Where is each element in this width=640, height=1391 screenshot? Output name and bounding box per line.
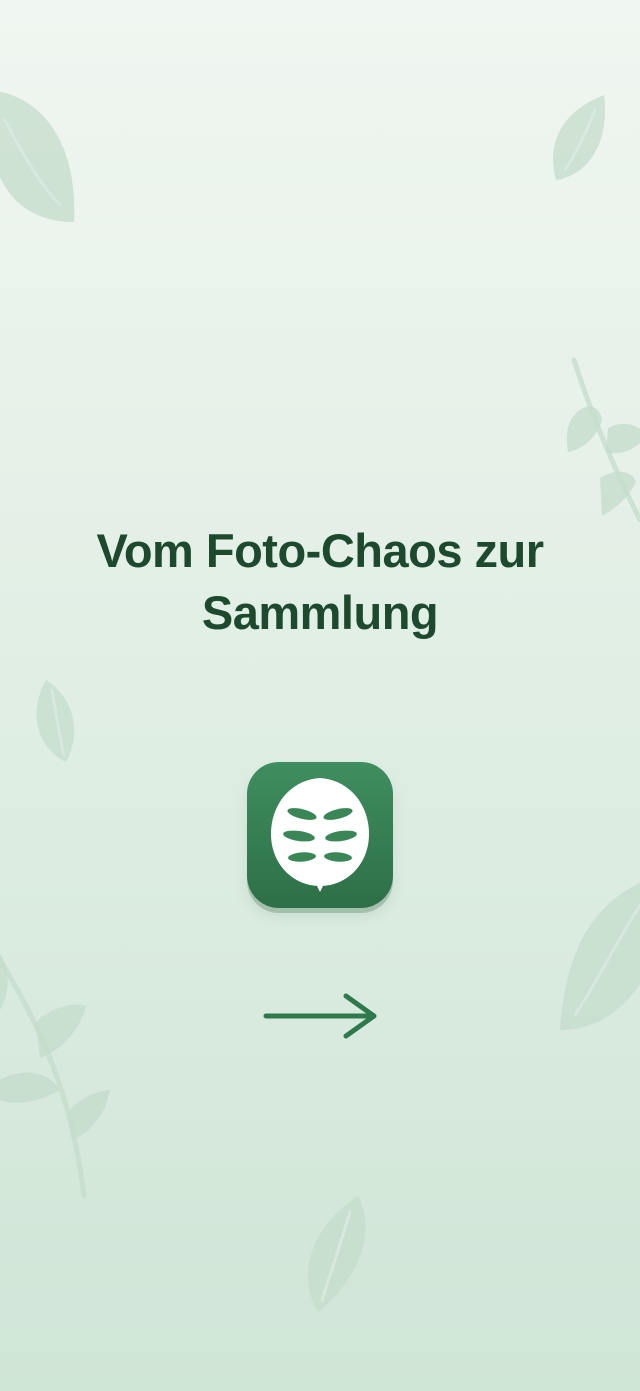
leaf-icon xyxy=(271,778,369,892)
app-logo xyxy=(247,762,393,908)
arrow-right-icon xyxy=(263,993,377,1039)
next-button[interactable] xyxy=(258,988,384,1044)
background-leaf-decoration xyxy=(0,91,640,1312)
page-title-line-1: Vom Foto-Chaos zur xyxy=(96,524,544,577)
page-title-line-2: Sammlung xyxy=(201,586,439,639)
onboarding-screen: Vom Foto-Chaos zur Sammlung xyxy=(0,0,640,1391)
page-title: Vom Foto-Chaos zur Sammlung xyxy=(40,520,600,644)
